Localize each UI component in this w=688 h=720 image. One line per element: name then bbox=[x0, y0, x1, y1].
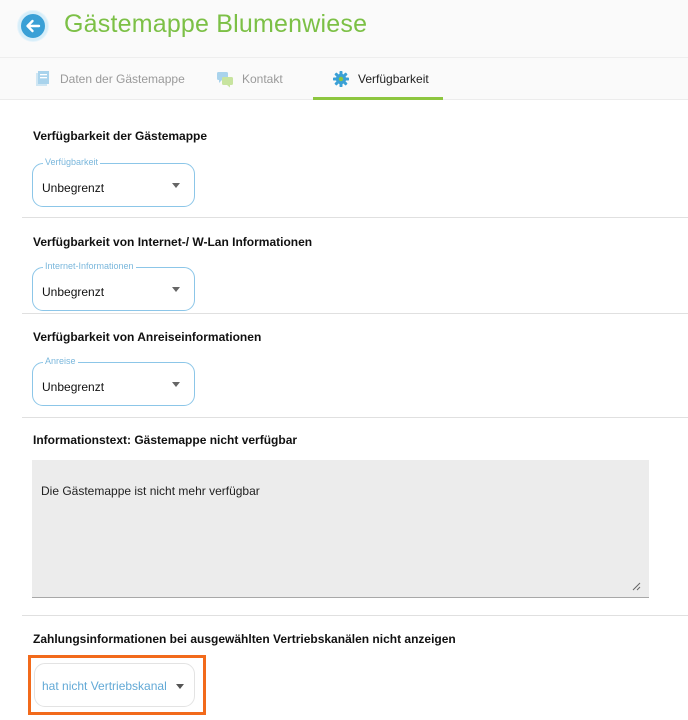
section-title-arrival: Verfügbarkeit von Anreiseinformationen bbox=[33, 330, 262, 344]
tab-verfuegbarkeit[interactable]: Verfügbarkeit bbox=[332, 58, 429, 100]
sales-channel-select-value: hat nicht Vertriebskanal bbox=[42, 679, 167, 693]
tab-verfuegbarkeit-label: Verfügbarkeit bbox=[358, 72, 429, 86]
arrow-left-icon bbox=[26, 19, 41, 33]
internet-select-value: Unbegrenzt bbox=[42, 285, 105, 299]
info-text-textarea[interactable]: Die Gästemappe ist nicht mehr verfügbar bbox=[32, 460, 649, 598]
chevron-down-icon bbox=[172, 382, 180, 387]
tab-daten-label: Daten der Gästemappe bbox=[60, 72, 185, 86]
info-text-value: Die Gästemappe ist nicht mehr verfügbar bbox=[41, 484, 260, 498]
arrival-select-label: Anreise bbox=[43, 356, 78, 366]
tab-daten[interactable]: Daten der Gästemappe bbox=[34, 58, 185, 100]
back-button[interactable] bbox=[18, 11, 48, 41]
divider bbox=[22, 615, 688, 616]
availability-select-value: Unbegrenzt bbox=[42, 181, 105, 195]
chat-icon bbox=[216, 70, 234, 88]
divider bbox=[22, 217, 688, 218]
sales-channel-select[interactable]: hat nicht Vertriebskanal bbox=[34, 663, 195, 707]
tab-bar: Daten der Gästemappe Kontakt Verfügbarke… bbox=[0, 58, 688, 100]
availability-select-label: Verfügbarkeit bbox=[43, 157, 101, 167]
arrival-select-value: Unbegrenzt bbox=[42, 380, 105, 394]
resize-grip-icon[interactable] bbox=[632, 582, 641, 591]
internet-select[interactable]: Internet-Informationen Unbegrenzt bbox=[32, 261, 195, 311]
tab-kontakt[interactable]: Kontakt bbox=[216, 58, 283, 100]
chevron-down-icon bbox=[172, 287, 180, 292]
chevron-down-icon bbox=[176, 684, 184, 689]
tab-kontakt-label: Kontakt bbox=[242, 72, 283, 86]
internet-select-label: Internet-Informationen bbox=[43, 261, 136, 271]
page-title: Gästemappe Blumenwiese bbox=[64, 10, 368, 38]
arrival-select[interactable]: Anreise Unbegrenzt bbox=[32, 356, 195, 406]
section-title-availability: Verfügbarkeit der Gästemappe bbox=[33, 129, 208, 143]
document-icon bbox=[34, 70, 52, 88]
divider bbox=[22, 417, 688, 418]
section-title-internet: Verfügbarkeit von Internet-/ W-Lan Infor… bbox=[33, 235, 313, 249]
section-title-payment: Zahlungsinformationen bei ausgewählten V… bbox=[33, 632, 456, 646]
active-tab-indicator bbox=[313, 97, 443, 100]
section-title-info-text: Informationstext: Gästemappe nicht verfü… bbox=[33, 433, 298, 447]
availability-select[interactable]: Verfügbarkeit Unbegrenzt bbox=[32, 157, 195, 207]
top-bar: Gästemappe Blumenwiese bbox=[0, 0, 688, 58]
gear-icon bbox=[332, 70, 350, 88]
divider bbox=[22, 313, 688, 314]
chevron-down-icon bbox=[172, 183, 180, 188]
